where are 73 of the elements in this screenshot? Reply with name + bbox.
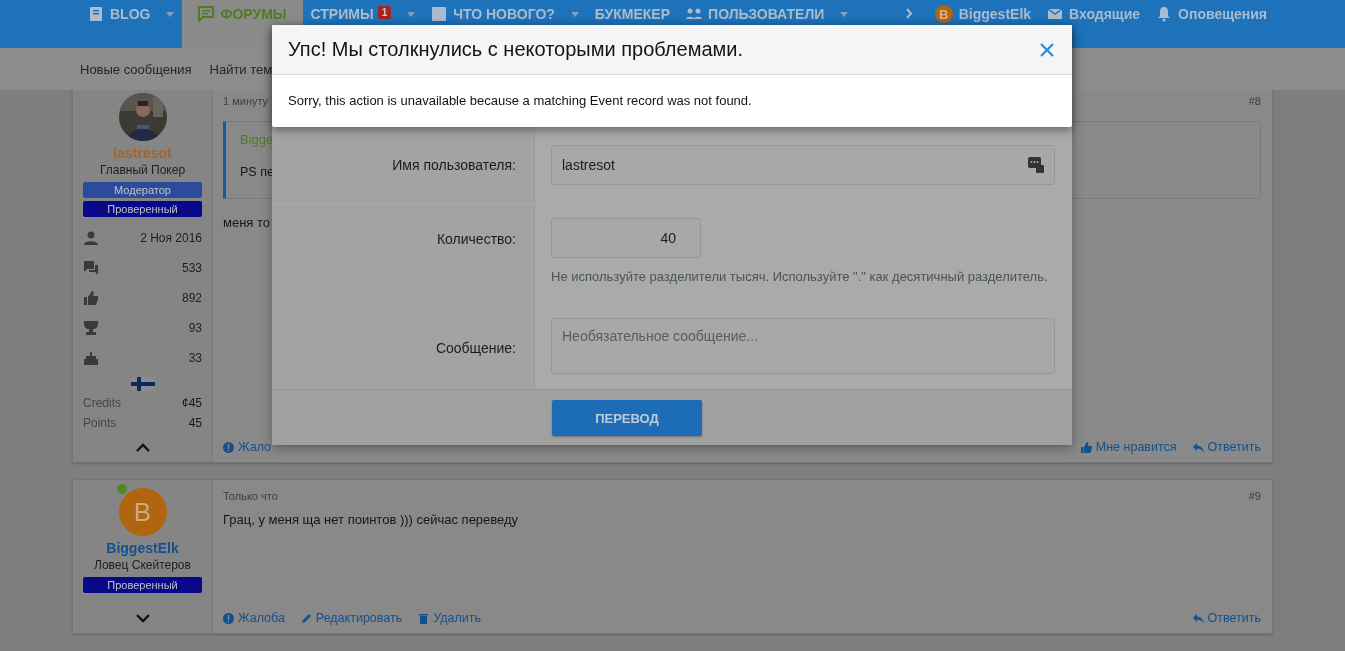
person-icon xyxy=(83,230,99,246)
stat-value: 45 xyxy=(188,416,202,430)
post-action-link[interactable]: Жало xyxy=(223,440,272,454)
stat-label: Points xyxy=(83,416,117,430)
contacts-icon[interactable] xyxy=(1028,157,1044,173)
caret-icon[interactable] xyxy=(166,12,175,17)
cake-icon xyxy=(83,350,99,366)
stat-value: ¢45 xyxy=(181,396,202,410)
chevron-up-icon[interactable] xyxy=(135,443,150,452)
post-number[interactable]: #9 xyxy=(1248,490,1261,502)
reply-icon xyxy=(1192,612,1204,624)
post-text: Грац, у меня ща нет поинтов ))) сейчас переведу xyxy=(223,512,520,527)
thumbs-up-icon xyxy=(1080,441,1092,453)
post-number[interactable]: #8 xyxy=(1248,95,1261,107)
reply-icon xyxy=(1192,441,1204,453)
post-action-link[interactable]: Ответить xyxy=(1192,440,1261,454)
post-action-link[interactable]: Редактировать xyxy=(300,611,403,625)
caret-icon[interactable] xyxy=(407,12,416,17)
chat-icon xyxy=(198,6,215,22)
info-icon xyxy=(223,612,234,624)
info-icon xyxy=(223,441,234,453)
post-time: 1 минуту xyxy=(223,95,269,107)
trophy-icon xyxy=(83,320,99,336)
messages-icon xyxy=(83,260,99,276)
nav-link[interactable]: Входящие xyxy=(1039,0,1149,48)
stat-label: Credits xyxy=(83,396,121,410)
stat-value: 533 xyxy=(181,261,202,275)
user-title: Главный Покер xyxy=(99,163,186,177)
post-text: меня то xyxy=(223,215,272,230)
stat-value: 33 xyxy=(188,351,202,365)
stat-value: 2 Ноя 2016 xyxy=(140,231,202,245)
field-hint: Не используйте разделители тысяч. Используйте "." как десятичный разделитель. xyxy=(551,268,1049,284)
post-action-link[interactable]: Мне нравится xyxy=(1080,440,1177,454)
quote-author[interactable]: Bigge xyxy=(240,132,274,147)
trash-icon xyxy=(418,612,430,624)
field-label: Сообщение: xyxy=(272,304,535,389)
thumbs-up-icon xyxy=(83,290,99,306)
error-message: Sorry, this action is unavailable because a matching Event record was not found. xyxy=(287,92,753,110)
caret-icon[interactable] xyxy=(840,12,849,17)
pencil-icon xyxy=(300,612,312,624)
book-icon xyxy=(88,6,104,22)
bell-icon xyxy=(1156,6,1173,22)
message-field[interactable]: Необязательное сообщение... xyxy=(551,318,1055,375)
chevron-down-icon[interactable] xyxy=(135,614,150,623)
avatar-icon[interactable]: B xyxy=(118,488,167,536)
field-label: Количество: xyxy=(272,203,535,304)
users-icon xyxy=(686,6,703,22)
transfer-button[interactable]: ПЕРЕВОД xyxy=(552,400,702,436)
field-label: Имя пользователя: xyxy=(272,127,535,203)
nav-tab[interactable]: BLOG xyxy=(80,0,159,48)
account-link[interactable]: B BiggestElk xyxy=(926,0,1040,48)
stat-value: 892 xyxy=(181,291,202,305)
user-banner: Проверенный xyxy=(83,577,202,593)
post-action-link[interactable]: Ответить xyxy=(1192,611,1261,625)
avatar-icon: B xyxy=(934,5,953,23)
envelope-icon xyxy=(1047,6,1064,22)
post-action-link[interactable]: Жалоба xyxy=(223,611,285,625)
username-field[interactable]: lastresot xyxy=(551,145,1055,185)
stat-value: 93 xyxy=(188,321,202,335)
count-badge: 1 xyxy=(377,6,392,19)
post-time: Только что xyxy=(223,490,278,502)
user-banner: Модератор xyxy=(83,182,202,198)
close-icon[interactable] xyxy=(1040,42,1054,57)
username-link[interactable]: BiggestElk xyxy=(106,540,179,556)
user-banner: Проверенный xyxy=(83,201,202,217)
chevron-right-icon[interactable] xyxy=(905,8,913,19)
post-action-link[interactable]: Удалить xyxy=(418,611,481,625)
caret-icon[interactable] xyxy=(570,12,579,17)
nav-link[interactable]: Оповещения xyxy=(1148,0,1275,48)
user-title: Ловец Скейтеров xyxy=(94,558,191,572)
news-icon xyxy=(431,6,448,22)
amount-field[interactable]: 40 xyxy=(551,217,701,258)
subnav-link[interactable]: Новые сообщения xyxy=(72,61,200,77)
